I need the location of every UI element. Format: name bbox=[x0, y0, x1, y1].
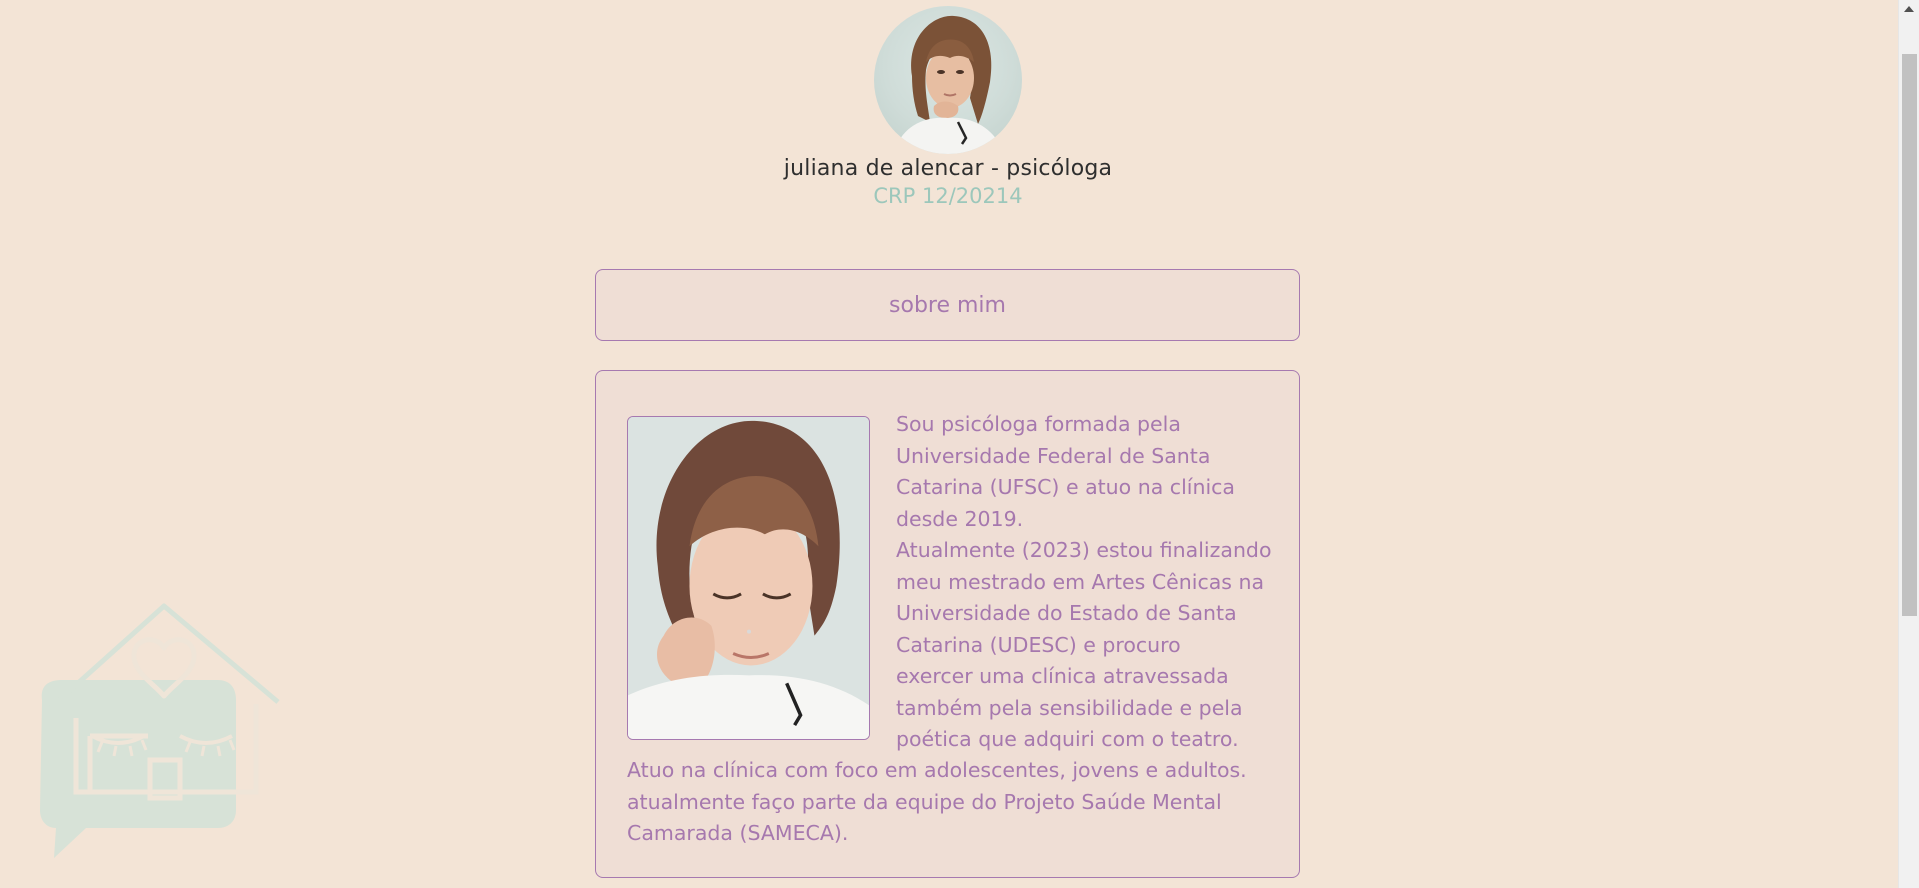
profile-name: juliana de alencar - psicóloga bbox=[783, 156, 1113, 181]
house-heart-speech-bubble-icon bbox=[30, 600, 280, 865]
bio-line: também pela sensibilidade e pela bbox=[896, 695, 1243, 720]
bio-line: Atualmente (2023) estou finalizando bbox=[896, 538, 1272, 562]
profile-avatar bbox=[874, 6, 1022, 154]
bio-photo bbox=[627, 416, 870, 740]
chevron-up-icon[interactable] bbox=[1904, 6, 1914, 12]
avatar-portrait-image bbox=[894, 15, 1004, 154]
bio-line: Universidade Federal de Santa bbox=[896, 443, 1211, 468]
bio-line: meu mestrado em Artes Cênicas na bbox=[896, 569, 1265, 594]
bio-line: Camarada (SAMECA). bbox=[627, 821, 849, 845]
bio-portrait-image bbox=[628, 417, 869, 739]
scroll-thumb[interactable] bbox=[1902, 54, 1917, 616]
page: juliana de alencar - psicóloga CRP 12/20… bbox=[0, 0, 1919, 888]
bio-line: desde 2019. bbox=[896, 506, 1024, 531]
bio-line: atualmente faço parte da equipe do Proje… bbox=[627, 789, 1222, 814]
bio-line: Atuo na clínica com foco em adolescentes… bbox=[627, 758, 1247, 782]
bio-line: Catarina (UDESC) e procuro bbox=[896, 632, 1181, 657]
bio-text-right: Sou psicóloga formada pela Universidade … bbox=[896, 409, 1288, 756]
about-me-button[interactable]: sobre mim bbox=[595, 269, 1300, 341]
vertical-scrollbar[interactable] bbox=[1898, 0, 1919, 888]
bio-line: poética que adquiri com o teatro. bbox=[896, 727, 1239, 751]
bio-line: Universidade do Estado de Santa bbox=[896, 601, 1237, 625]
about-card: Sou psicóloga formada pela Universidade … bbox=[595, 370, 1300, 878]
bio-line: exercer uma clínica atravessada bbox=[896, 664, 1229, 688]
bio-line: Catarina (UFSC) e atuo na clínica bbox=[896, 475, 1235, 499]
profile-crp: CRP 12/20214 bbox=[873, 184, 1023, 208]
bio-text-bottom: Atuo na clínica com foco em adolescentes… bbox=[627, 755, 1287, 850]
bio-line: Sou psicóloga formada pela bbox=[896, 412, 1181, 436]
